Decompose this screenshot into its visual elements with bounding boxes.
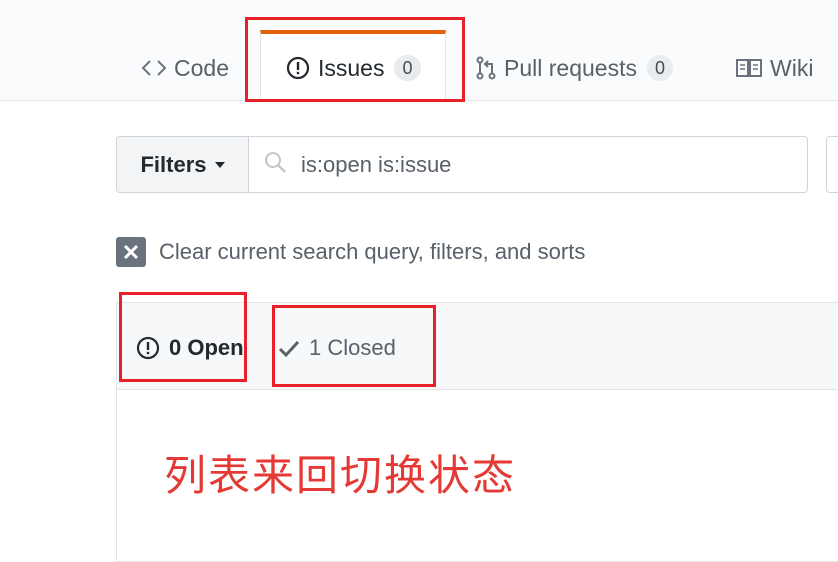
tab-wiki[interactable]: Wiki [736, 48, 813, 88]
clear-filters-label: Clear current search query, filters, and… [159, 239, 586, 264]
search-field[interactable] [249, 137, 807, 192]
tab-pull-requests[interactable]: Pull requests 0 [476, 48, 673, 88]
labels-milestones-button[interactable] [826, 136, 838, 193]
book-icon [736, 58, 762, 78]
filters-button-label: Filters [140, 151, 207, 177]
pulls-counter: 0 [646, 55, 673, 81]
filters-button[interactable]: Filters [117, 137, 249, 192]
filter-bar: Filters [116, 136, 808, 193]
code-icon [142, 59, 166, 77]
highlight-box-issues-tab [245, 17, 465, 102]
highlight-box-open [119, 292, 247, 382]
tab-code[interactable]: Code [142, 48, 229, 88]
tab-code-label: Code [174, 54, 229, 81]
git-pull-request-icon [476, 56, 496, 80]
clear-filters-link[interactable]: Clear current search query, filters, and… [116, 237, 585, 267]
highlight-box-closed [272, 305, 436, 387]
annotation-text: 列表来回切换状态 [164, 451, 517, 500]
tab-pull-requests-label: Pull requests [504, 54, 637, 81]
search-icon [263, 150, 287, 179]
search-input[interactable] [299, 150, 783, 179]
tab-wiki-label: Wiki [770, 54, 814, 81]
caret-down-icon [214, 161, 225, 168]
close-icon [116, 237, 146, 267]
